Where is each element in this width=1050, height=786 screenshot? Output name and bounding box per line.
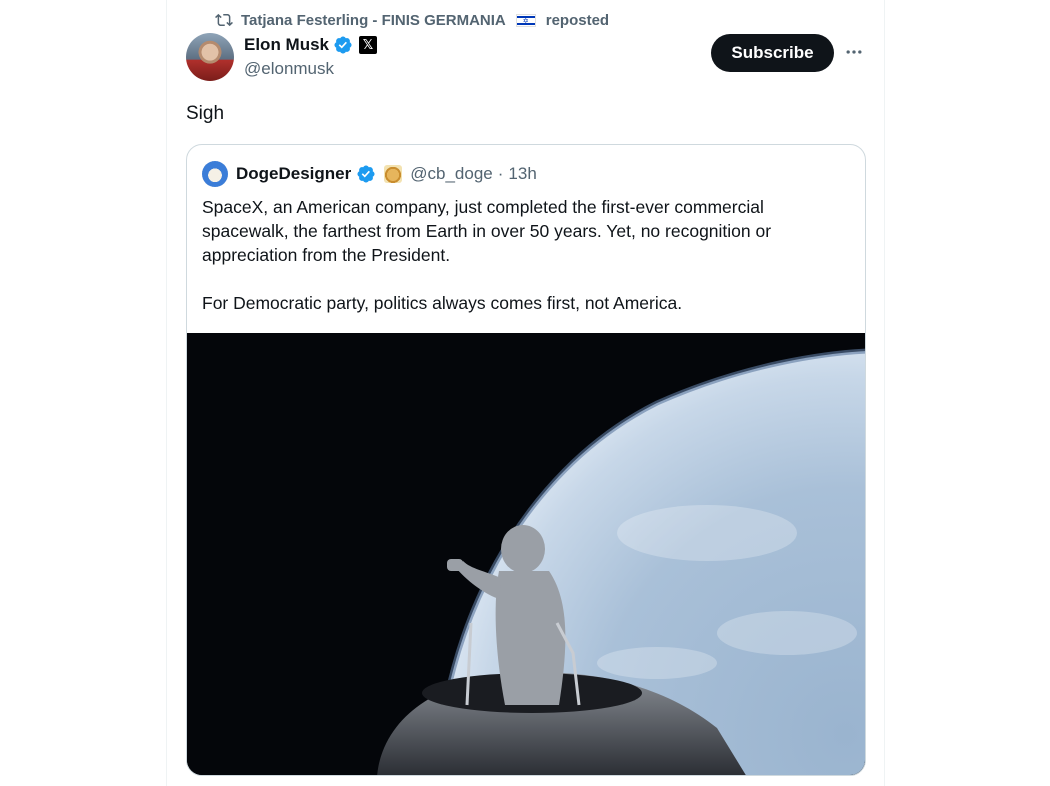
separator-dot: · [497, 164, 504, 183]
x-affiliate-icon[interactable]: 𝕏 [359, 36, 378, 54]
quoted-post[interactable]: DogeDesigner @cb_doge · 13h SpaceX, an A… [186, 144, 866, 776]
doge-emoji-icon [384, 165, 403, 183]
author-name[interactable]: Elon Musk [244, 35, 329, 55]
subscribe-button[interactable]: Subscribe [711, 34, 834, 72]
repost-icon [215, 11, 233, 29]
quote-header: DogeDesigner @cb_doge · 13h [202, 161, 537, 187]
post-text: Sigh [186, 103, 225, 124]
verified-badge-icon[interactable] [356, 164, 376, 184]
quote-author-handle[interactable]: @cb_doge [410, 164, 493, 184]
quote-paragraph: SpaceX, an American company, just comple… [202, 197, 772, 265]
quote-avatar[interactable] [202, 161, 228, 187]
author-name-row[interactable]: Elon Musk 𝕏 [244, 35, 378, 55]
avatar[interactable] [186, 33, 234, 81]
israel-flag-icon: ✡ [515, 13, 536, 27]
quote-author-name[interactable]: DogeDesigner [236, 164, 351, 184]
quote-media-image[interactable] [187, 333, 865, 775]
quote-text: SpaceX, an American company, just comple… [202, 195, 842, 339]
repost-user[interactable]: Tatjana Festerling - FINIS GERMANIA [241, 12, 506, 29]
spacewalk-photo [187, 333, 865, 775]
author-handle[interactable]: @elonmusk [244, 59, 334, 79]
repost-suffix: reposted [545, 11, 610, 29]
verified-badge-icon[interactable] [333, 35, 353, 55]
more-options-icon[interactable] [842, 40, 866, 64]
repost-indicator[interactable]: Tatjana Festerling - FINIS GERMANIA ✡ re… [215, 10, 609, 30]
quote-timestamp[interactable]: 13h [508, 164, 536, 184]
quote-paragraph: For Democratic party, politics always co… [202, 293, 683, 313]
